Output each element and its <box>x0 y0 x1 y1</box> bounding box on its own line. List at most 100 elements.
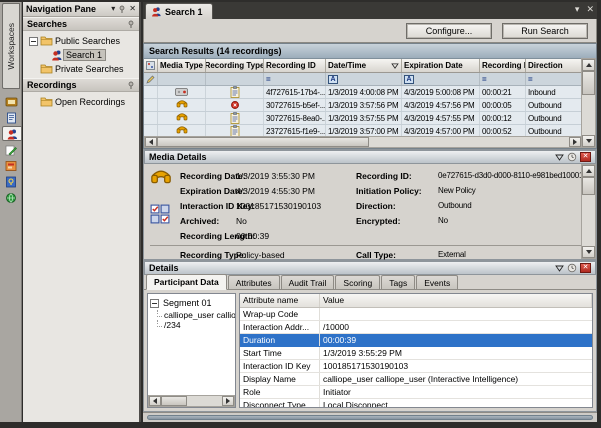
filter-recording-type[interactable] <box>206 73 264 85</box>
media-details-scrollbar[interactable] <box>581 164 596 259</box>
filter-date-time[interactable]: A <box>326 73 402 85</box>
attribute-row[interactable]: Interaction Addr... /10000 <box>240 321 592 334</box>
workspace-button-organizer[interactable] <box>2 94 20 109</box>
tab-participant-data[interactable]: Participant Data <box>146 274 227 290</box>
close-icon[interactable]: ✕ <box>580 263 591 273</box>
tab-audit-trail[interactable]: Audit Trail <box>281 275 335 289</box>
folder-icon <box>40 64 53 74</box>
attribute-row[interactable]: Wrap-up Code <box>240 308 592 321</box>
tab-search1[interactable]: Search 1 <box>145 3 213 19</box>
workspace-horizontal-scrollbar[interactable] <box>143 412 597 422</box>
workspace-button-interaction-recorder[interactable] <box>2 126 22 141</box>
clock-icon[interactable] <box>567 263 577 273</box>
column-header-expiration-date[interactable]: Expiration Date <box>402 59 480 72</box>
workspace-button-forms[interactable] <box>2 110 20 125</box>
workspace-button-help[interactable] <box>2 174 20 189</box>
tree-item-private-searches[interactable]: Private Searches <box>29 62 139 76</box>
filter-media-type[interactable] <box>158 73 206 85</box>
filter-recording-length[interactable]: = <box>480 73 526 85</box>
pin-icon[interactable] <box>118 5 126 13</box>
scroll-right-button[interactable] <box>569 137 581 147</box>
row-selector-column-header[interactable] <box>144 59 158 72</box>
column-header-attribute-name[interactable]: Attribute name <box>240 294 320 307</box>
collapse-expander-icon[interactable] <box>150 299 159 308</box>
run-search-button[interactable]: Run Search <box>502 23 588 39</box>
column-header-value[interactable]: Value <box>320 294 592 307</box>
results-horizontal-scrollbar[interactable] <box>144 136 582 148</box>
column-header-recording-length[interactable]: Recording Le <box>480 59 526 72</box>
searches-section-header[interactable]: Searches <box>23 17 139 31</box>
filter-direction[interactable]: = <box>526 73 582 85</box>
pane-close-icon[interactable]: ✕ <box>129 5 136 13</box>
recording-row[interactable]: 30727615-8ea0-... 1/3/2019 3:57:55 PM 4/… <box>144 112 596 125</box>
tree-item-segment[interactable]: Segment 01 <box>150 296 235 310</box>
workspace-button-monitor[interactable] <box>2 158 20 173</box>
scroll-left-button[interactable] <box>149 396 161 406</box>
recording-row[interactable]: 30727615-b5ef-... 1/3/2019 3:57:56 PM 4/… <box>144 99 596 112</box>
recording-row[interactable]: 4f727615-17b4-... 1/3/2019 4:00:08 PM 4/… <box>144 86 596 99</box>
collapse-expander-icon[interactable] <box>29 37 38 46</box>
tree-item-participant[interactable]: calliope_user calliop <box>150 310 235 320</box>
scrollbar-thumb[interactable] <box>161 396 187 406</box>
scroll-down-button[interactable] <box>582 135 595 147</box>
tree-item-search1[interactable]: Search 1 <box>29 48 139 62</box>
cell-expiration-date: 4/3/2019 4:57:55 PM <box>402 112 480 124</box>
scrollbar-thumb[interactable] <box>582 177 595 195</box>
tree-item-address[interactable]: /234 <box>150 320 235 330</box>
attribute-row[interactable]: Display Name calliope_user calliope_user… <box>240 373 592 386</box>
tab-tags[interactable]: Tags <box>381 275 415 289</box>
attribute-row[interactable]: Interaction ID Key 100185171530190103 <box>240 360 592 373</box>
tab-list-icon[interactable]: ▾ <box>575 4 580 15</box>
filter-icon[interactable] <box>555 265 564 272</box>
results-vertical-scrollbar[interactable] <box>581 58 596 148</box>
media-details-title: Media Details <box>149 152 555 162</box>
attribute-row[interactable]: Start Time 1/3/2019 3:55:29 PM <box>240 347 592 360</box>
attribute-table-header: Attribute name Value <box>240 294 592 308</box>
scroll-up-button[interactable] <box>582 165 595 177</box>
tab-attributes[interactable]: Attributes <box>228 275 280 289</box>
close-icon[interactable]: ✕ <box>580 152 591 162</box>
cell-direction: Inbound <box>526 86 582 98</box>
column-header-direction[interactable]: Direction <box>526 59 582 72</box>
recordings-section-header[interactable]: Recordings <box>23 78 139 92</box>
pin-icon[interactable] <box>127 81 135 89</box>
scroll-up-button[interactable] <box>582 59 595 71</box>
details-header: Details ✕ <box>144 261 596 275</box>
scroll-left-button[interactable] <box>145 137 157 147</box>
search-toolbar: Configure... Run Search <box>143 19 597 43</box>
column-header-recording-type[interactable]: Recording Type <box>206 59 264 72</box>
workspaces-tab-label: Workspaces <box>6 23 16 70</box>
configure-button[interactable]: Configure... <box>406 23 492 39</box>
workspaces-tab[interactable]: Workspaces <box>2 3 20 89</box>
attribute-row[interactable]: Disconnect Type Local Disconnect <box>240 399 592 408</box>
column-header-media-type[interactable]: Media Type <box>158 59 206 72</box>
participant-data-content: Segment 01 calliope_user calliop /234 <box>144 290 596 411</box>
tree-item-open-recordings[interactable]: Open Recordings <box>29 95 139 109</box>
cell-date-time: 1/3/2019 3:57:55 PM <box>326 112 402 124</box>
filter-expiration-date[interactable]: A <box>402 73 480 85</box>
tab-close-icon[interactable]: ✕ <box>586 4 594 15</box>
attribute-name: Wrap-up Code <box>240 308 320 320</box>
scrollbar-thumb[interactable] <box>582 71 595 95</box>
tab-events[interactable]: Events <box>416 275 458 289</box>
tree-horizontal-scrollbar[interactable] <box>148 395 235 407</box>
column-header-recording-id[interactable]: Recording ID <box>264 59 326 72</box>
pane-menu-icon[interactable]: ▾ <box>111 5 115 13</box>
workspace-button-tracker[interactable] <box>2 190 20 205</box>
workspace-button-editor[interactable] <box>2 142 20 157</box>
attribute-row-selected[interactable]: Duration 00:00:39 <box>240 334 592 347</box>
pin-icon[interactable] <box>127 20 135 28</box>
search-person-icon <box>51 49 63 61</box>
scroll-down-button[interactable] <box>582 246 595 258</box>
tree-item-public-searches[interactable]: Public Searches <box>29 34 139 48</box>
scroll-right-button[interactable] <box>222 396 234 406</box>
filter-recording-id[interactable]: = <box>264 73 326 85</box>
filter-edit-cell[interactable] <box>144 73 158 85</box>
tab-scoring[interactable]: Scoring <box>335 275 380 289</box>
scrollbar-thumb[interactable] <box>157 137 369 147</box>
attribute-row[interactable]: Role Initiator <box>240 386 592 399</box>
clock-icon[interactable] <box>567 152 577 162</box>
scrollbar-thumb[interactable] <box>147 415 593 420</box>
filter-icon[interactable] <box>555 154 564 161</box>
column-header-date-time[interactable]: Date/Time <box>326 59 402 72</box>
